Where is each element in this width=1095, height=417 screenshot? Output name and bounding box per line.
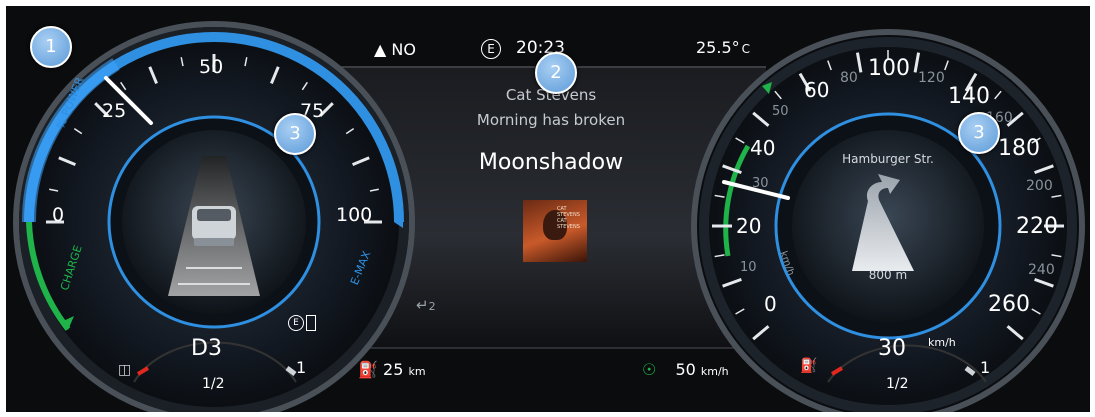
charge-gauge-full-label: 1: [296, 358, 307, 377]
cruise-icon: ↵: [416, 296, 429, 314]
range-value: 25: [383, 360, 404, 379]
speed-label-80: 80: [840, 70, 858, 86]
speed-label-60: 60: [804, 78, 830, 102]
speed-label-220: 220: [1016, 214, 1058, 239]
cruise-indicator: ↵2: [416, 296, 436, 314]
speed-label-50: 50: [772, 104, 789, 119]
compass-heading: ▲ NO: [374, 40, 416, 59]
speed-label-180: 180: [998, 136, 1040, 161]
battery-icon: [306, 315, 316, 331]
power-label-0: 0: [52, 204, 65, 226]
eco-indicator: E: [481, 38, 501, 59]
nav-distance: 800 m: [868, 268, 908, 282]
speed-label-260: 260: [988, 292, 1030, 317]
charge-gauge-half-label: 1/2: [202, 376, 225, 392]
fuel-gauge-full-label: 1: [980, 358, 991, 377]
acc-speed-value: 50: [675, 360, 696, 379]
speed-label-140: 140: [948, 84, 990, 109]
compass-icon: ▲: [374, 40, 387, 59]
speed-label-240: 240: [1028, 262, 1055, 278]
power-label-100: 100: [336, 204, 373, 226]
power-label-50: 50: [199, 56, 224, 78]
current-speed: 30: [878, 336, 906, 361]
fuel-pump-icon: ⛽: [800, 358, 818, 374]
media-album: Morning has broken: [476, 111, 626, 129]
left-eco-indicator: E: [288, 315, 316, 331]
acc-icon: ☉: [642, 360, 657, 379]
callout-badge-3-left[interactable]: 3: [274, 113, 316, 155]
acc-speed-unit: km/h: [700, 365, 729, 378]
speed-label-200: 200: [1026, 178, 1053, 194]
eco-icon: E: [481, 39, 501, 59]
current-speed-unit: km/h: [928, 336, 956, 349]
electric-range: ⛽ 25 km: [358, 360, 426, 379]
heading-label: NO: [391, 40, 416, 59]
power-label-25: 25: [102, 100, 127, 122]
battery-charge-icon: ◫: [118, 362, 132, 378]
range-unit: km: [408, 365, 426, 378]
speed-label-40: 40: [750, 136, 776, 160]
speed-label-100: 100: [868, 56, 910, 81]
speed-label-30: 30: [752, 176, 769, 191]
album-art-text-1: CAT STEVENS: [557, 206, 580, 218]
temperature-unit: C: [741, 42, 751, 56]
album-art-caption: CAT STEVENS CAT STEVENS: [557, 206, 587, 230]
speed-label-0: 0: [764, 292, 777, 316]
nav-street-name: Hamburger Str.: [842, 152, 934, 166]
instrument-cluster: ▲ NO E 20:23 25.5° C Cat Stevens Morning …: [6, 6, 1090, 412]
acc-speed: ☉ 50 km/h: [642, 360, 729, 379]
album-art-text-2: CAT STEVENS: [557, 218, 580, 230]
callout-badge-1[interactable]: 1: [30, 26, 72, 68]
temperature-value: 25.5°: [696, 38, 740, 57]
callout-badge-3-right[interactable]: 3: [958, 112, 1000, 154]
speed-label-20: 20: [736, 214, 762, 238]
cruise-indicator-value: 2: [428, 300, 436, 313]
fuel-gauge-half-label: 1/2: [886, 376, 909, 392]
media-track: Moonshadow: [478, 150, 624, 175]
fuel-range-icon: ⛽: [358, 360, 378, 379]
album-art: CAT STEVENS CAT STEVENS: [523, 200, 587, 262]
callout-badge-2[interactable]: 2: [535, 52, 577, 94]
gear-indicator: D3: [191, 336, 222, 361]
speed-label-10: 10: [740, 260, 757, 275]
outside-temperature: 25.5° C: [696, 38, 750, 57]
left-eco-icon: E: [288, 315, 304, 331]
speed-label-120: 120: [918, 70, 945, 86]
